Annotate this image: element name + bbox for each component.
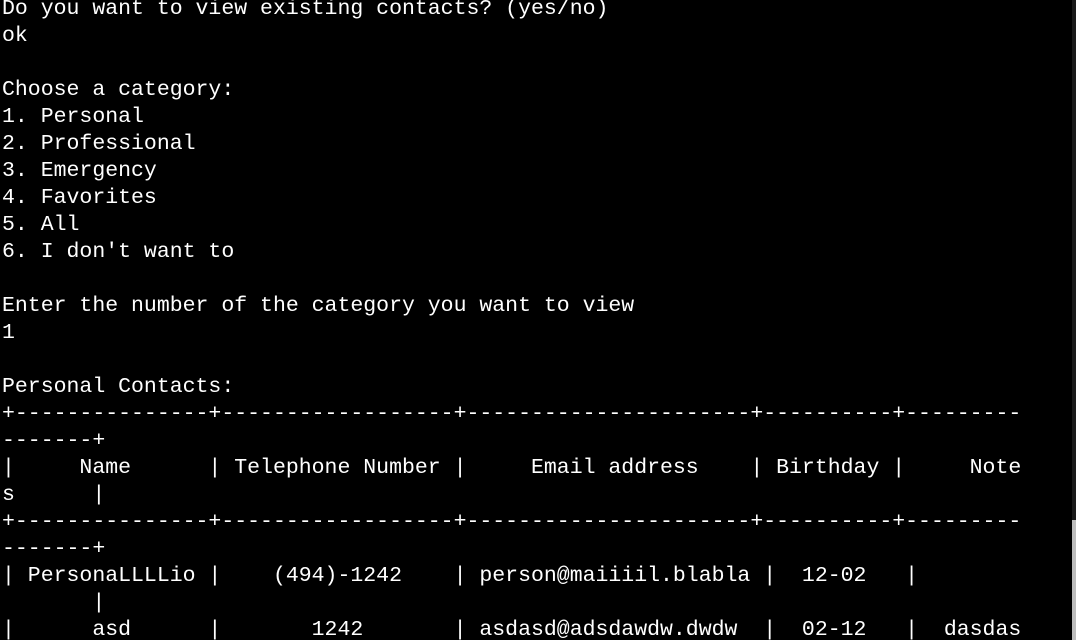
prompt-enter-category-number: Enter the number of the category you wan…	[2, 294, 635, 318]
table-row: | PersonaLLLLio | (494)-1242 | person@ma…	[2, 564, 919, 588]
user-input-category-number: 1	[2, 321, 15, 345]
table-border-header-wrap: -------+	[2, 537, 106, 561]
user-input-ok: ok	[2, 24, 28, 48]
terminal-window[interactable]: Do you want to view existing contacts? (…	[0, 0, 1076, 640]
category-option-dont-want: 6. I don't want to	[2, 240, 235, 264]
table-border-top: +---------------+------------------+----…	[2, 402, 1022, 426]
prompt-view-contacts: Do you want to view existing contacts? (…	[2, 0, 609, 21]
scrollbar-thumb[interactable]	[1072, 520, 1076, 640]
table-row-wrap: |	[2, 591, 106, 615]
category-option-professional: 2. Professional	[2, 132, 196, 156]
table-header-row-wrap: s |	[2, 483, 106, 507]
category-option-personal: 1. Personal	[2, 105, 144, 129]
table-row: | asd | 1242 | asdasd@adsdawdw.dwdw | 02…	[2, 618, 1022, 640]
table-border-top-wrap: -------+	[2, 429, 106, 453]
contacts-heading: Personal Contacts:	[2, 375, 235, 399]
table-header-row: | Name | Telephone Number | Email addres…	[2, 456, 1022, 480]
prompt-choose-category: Choose a category:	[2, 78, 235, 102]
category-option-favorites: 4. Favorites	[2, 186, 157, 210]
table-border-header: +---------------+------------------+----…	[2, 510, 1022, 534]
category-option-emergency: 3. Emergency	[2, 159, 157, 183]
terminal-output: Do you want to view existing contacts? (…	[2, 0, 1076, 640]
category-option-all: 5. All	[2, 213, 80, 237]
